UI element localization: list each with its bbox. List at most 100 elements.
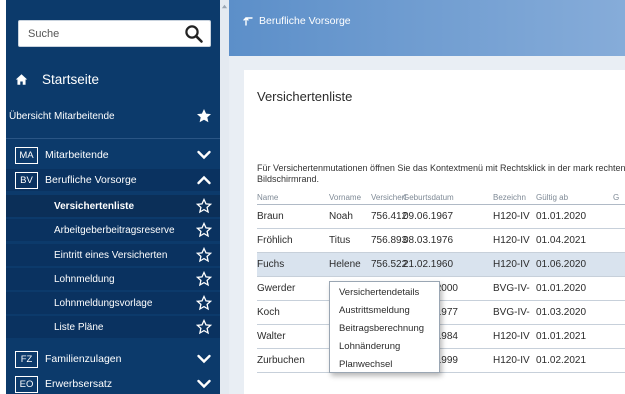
sidebar: Startseite Übersicht Mitarbeitende MA Mi… [6, 0, 220, 394]
star-outline-icon[interactable] [196, 271, 212, 287]
menu-item-austrittsmeldung[interactable]: Austrittsmeldung [339, 305, 410, 316]
breadcrumb-label[interactable]: Berufliche Vorsorge [259, 15, 351, 27]
menu-item-lohnaenderung[interactable]: Lohnänderung [339, 341, 400, 352]
sidebar-item-label: Lohnmeldung [54, 273, 115, 285]
sidebar-item-lohnmeldung[interactable]: Lohnmeldung [6, 268, 220, 290]
cell-bezeichnung: BVG-IV- [493, 307, 530, 318]
sidebar-item-label: Eintritt eines Versicherten [54, 249, 168, 261]
cell-geburtsdatum: 09.06.1967 [403, 211, 454, 222]
breadcrumb[interactable]: Berufliche Vorsorge [243, 15, 351, 27]
star-outline-icon[interactable] [196, 247, 212, 263]
cell-bezeichnung: H120-IV [493, 355, 530, 366]
cell-bezeichnung: H120-IV [493, 259, 530, 270]
cell-name: Koch [257, 307, 280, 318]
chevron-up-icon[interactable] [196, 172, 212, 188]
star-outline-icon[interactable] [196, 222, 212, 238]
chevron-down-icon[interactable] [196, 147, 212, 163]
cell-geburtsdatum: 08.03.1976 [403, 235, 454, 246]
cell-gueltig-ab: 01.02.2021 [536, 355, 587, 366]
table-row[interactable]: Walter 1984 H120-IV 01.01.2021 [257, 325, 625, 349]
cell-gueltig-ab: 01.01.2021 [536, 331, 587, 342]
header-bar: Berufliche Vorsorge [229, 0, 625, 56]
sidebar-item-label: Liste Pläne [54, 321, 104, 333]
sidebar-group-erwerbsersatz[interactable]: EO Erwerbsersatz [6, 374, 220, 394]
column-header[interactable]: Name [257, 191, 327, 204]
group-badge: FZ [15, 350, 38, 368]
star-outline-icon[interactable] [196, 319, 212, 335]
cell-vorname: Noah [329, 211, 353, 222]
menu-item-beitragsberechnung[interactable]: Beitragsberechnung [339, 323, 424, 334]
sidebar-item-versichertenliste[interactable]: Versichertenliste [6, 195, 220, 217]
column-header[interactable]: Vorname [329, 191, 369, 204]
table-row[interactable]: Fröhlich Titus 756.893 08.03.1976 H120-I… [257, 229, 625, 253]
star-filled-icon[interactable] [196, 108, 212, 124]
sidebar-item-label: Versichertenliste [54, 200, 135, 212]
sidebar-item-label: Mitarbeitende [45, 149, 109, 161]
table-row-selected[interactable]: Fuchs Helene 756.522 21.02.1960 H120-IV … [257, 253, 625, 277]
sidebar-item-label: Übersicht Mitarbeitende [9, 110, 115, 122]
insured-table: Name Vorname Versichert Geburtsdatum Bez… [257, 191, 625, 373]
sidebar-item-label: Erwerbsersatz [45, 378, 113, 390]
sidebar-item-lohnmeldungsvorlage[interactable]: Lohnmeldungsvorlage [6, 292, 220, 314]
table-row[interactable]: Koch 1977 BVG-IV- 01.03.2020 [257, 301, 625, 325]
table-header: Name Vorname Versichert Geburtsdatum Bez… [257, 191, 625, 205]
home-icon [15, 73, 28, 85]
sidebar-item-label: Lohnmeldungsvorlage [54, 297, 153, 309]
search-icon[interactable] [184, 24, 204, 44]
menu-item-planwechsel[interactable]: Planwechsel [339, 359, 392, 370]
cell-gueltig-ab: 01.01.2020 [536, 211, 587, 222]
sidebar-item-eintritt[interactable]: Eintritt eines Versicherten [6, 244, 220, 266]
table-row[interactable]: Braun Noah 756.412 09.06.1967 H120-IV 01… [257, 205, 625, 229]
cell-bezeichnung: H120-IV [493, 211, 530, 222]
cell-vorname: Titus [329, 235, 351, 246]
cell-bezeichnung: H120-IV [493, 235, 530, 246]
cell-gueltig-ab: 01.03.2020 [536, 307, 587, 318]
sidebar-group-familienzulagen[interactable]: FZ Familienzulagen [6, 349, 220, 369]
table-row[interactable]: Gwerder 2000 BVG-IV- 01.01.2020 [257, 277, 625, 301]
search-input[interactable] [19, 21, 179, 46]
table-row[interactable]: Zurbuchen 1999 H120-IV 01.02.2021 [257, 349, 625, 373]
cell-versichert: 756.893 [371, 235, 407, 246]
menu-item-versichertendetails[interactable]: Versichertendetails [339, 287, 419, 298]
cell-name: Gwerder [257, 283, 296, 294]
cell-gueltig-ab: 01.04.2021 [536, 235, 587, 246]
sidebar-item-arbeitgeberbeitragsreserve[interactable]: Arbeitgeberbeitragsreserve [6, 219, 220, 241]
scroll-up-icon[interactable] [221, 3, 228, 10]
cell-name: Walter [257, 331, 286, 342]
cell-bezeichnung: BVG-IV- [493, 283, 530, 294]
cell-gueltig-ab: 01.06.2020 [536, 259, 587, 270]
sidebar-group-berufliche-vorsorge[interactable]: BV Berufliche Vorsorge [6, 169, 220, 191]
column-header[interactable]: Bezeichn [493, 191, 535, 204]
column-header[interactable]: Versichert [371, 191, 407, 204]
search-box[interactable] [18, 20, 211, 47]
group-badge: BV [15, 171, 38, 189]
chevron-down-icon[interactable] [196, 351, 212, 367]
back-arrow-icon[interactable] [243, 15, 255, 27]
star-outline-icon[interactable] [196, 295, 212, 311]
sidebar-group-mitarbeitende[interactable]: MA Mitarbeitende [6, 145, 220, 165]
cell-versichert: 756.522 [371, 259, 407, 270]
cell-vorname: Helene [329, 259, 361, 270]
column-header[interactable]: G [613, 191, 625, 204]
sidebar-item-overview[interactable]: Übersicht Mitarbeitende [6, 106, 220, 126]
sidebar-item-liste-plaene[interactable]: Liste Pläne [6, 316, 220, 338]
cell-name: Braun [257, 211, 284, 222]
column-header[interactable]: Gültig ab [536, 191, 606, 204]
sidebar-item-label: Berufliche Vorsorge [45, 174, 137, 186]
cell-name: Zurbuchen [257, 355, 305, 366]
context-menu: Versichertendetails Austrittsmeldung Bei… [329, 281, 440, 373]
page-title: Versichertenliste [257, 89, 353, 104]
column-header[interactable]: Geburtsdatum [403, 191, 491, 204]
divider [6, 138, 220, 139]
cell-name: Fröhlich [257, 235, 293, 246]
star-outline-icon[interactable] [196, 198, 212, 214]
sidebar-item-label: Familienzulagen [45, 353, 122, 365]
cell-versichert: 756.412 [371, 211, 407, 222]
chevron-down-icon[interactable] [196, 376, 212, 392]
sidebar-scrollbar[interactable] [220, 0, 229, 394]
cell-name: Fuchs [257, 259, 285, 270]
cell-bezeichnung: H120-IV [493, 331, 530, 342]
sidebar-item-home[interactable]: Startseite [6, 68, 220, 90]
cell-gueltig-ab: 01.01.2020 [536, 283, 587, 294]
info-text: Für Versichertenmutationen öffnen Sie da… [257, 163, 625, 184]
